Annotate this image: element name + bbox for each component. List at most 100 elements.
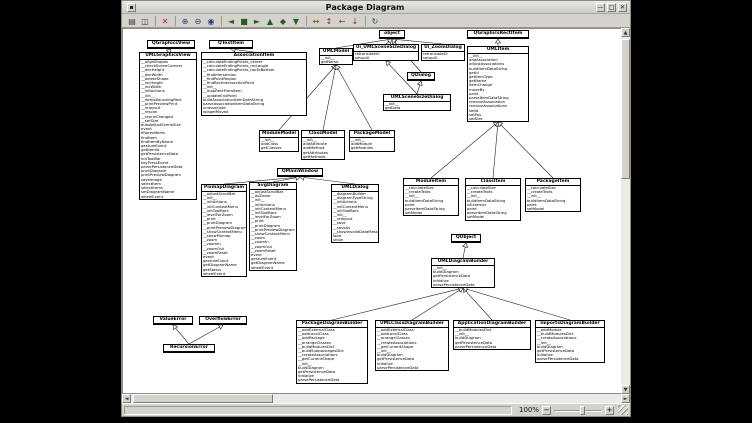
method-label: setModel [466,215,520,219]
inheritance-edge-line [431,125,495,178]
class-box-UMLItem[interactable]: UMLItem__init__addAssociationadjustAssoc… [467,46,529,122]
print-preview-icon[interactable]: ◫ [139,15,151,27]
inheritance-arrowhead [336,65,340,70]
zoom-slider-track[interactable] [554,410,602,412]
method-label: parsePersistenceData [376,366,448,370]
close-icon[interactable]: ✕ [159,15,171,27]
vertical-scroll-track[interactable] [621,37,630,385]
horizontal-scrollbar[interactable]: ◄ ► [122,394,630,403]
class-box-PixmapDiagram[interactable]: PixmapDiagram__adjustScrollBar__init____… [201,184,247,277]
class-method-list: __addExternalClass__addLocalClass__addPa… [297,328,367,383]
method-label: widgetMoved [202,110,306,114]
class-box-QGraphicsRectItem[interactable]: QGraphicsRectItem [467,30,529,39]
zoom-in-icon[interactable]: ⊕ [179,15,191,27]
close-button[interactable]: ✕ [618,3,627,12]
class-box-UMLDiagramBuilder[interactable]: UMLDiagramBuilder__init__buildDiagramget… [431,258,495,288]
increase-width-icon[interactable]: ↔ [310,15,322,27]
title-bar[interactable]: ▪ Package Diagram — □ ✕ [122,1,630,14]
class-name-label: QDialog [408,73,434,80]
class-box-ClassItem[interactable]: ClassItem__calculateSize__createTexts__i… [465,178,521,221]
method-label: setupUi [354,56,418,60]
class-box-PackageModel[interactable]: PackageModel__init__addModulegetModules [349,130,395,152]
scroll-left-button[interactable]: ◄ [122,394,131,403]
method-label: parsePersistenceData [297,378,367,382]
class-name-label: ImportsDiagramBuilder [536,321,604,328]
class-name-label: QObject [452,235,480,242]
align-vcenter-icon[interactable]: ◆ [277,15,289,27]
align-hcenter-icon[interactable]: ■ [238,15,250,27]
class-box-ImportsDiagramBuilder[interactable]: ImportsDiagramBuilder__addModule__buildM… [535,320,605,363]
align-right-icon[interactable]: ► [251,15,263,27]
minimize-button[interactable]: — [596,3,605,12]
class-box-ApplicationDiagramBuilder[interactable]: ApplicationDiagramBuilder__buildModulesD… [453,320,531,350]
class-box-ModuleModel[interactable]: ModuleModel__init__addClassgetClasses [259,130,299,152]
scroll-up-button[interactable]: ▲ [621,28,630,37]
inheritance-arrowhead [463,243,468,247]
zoom-out-button[interactable]: − [542,406,551,415]
class-box-OverflowError[interactable]: OverflowError [199,316,247,325]
scroll-right-button[interactable]: ► [621,394,630,403]
zoom-out-icon[interactable]: ⊖ [192,15,204,27]
class-box-AssociationItem[interactable]: AssociationItem__calculateEndingPoints_c… [201,52,307,116]
vertical-scrollbar[interactable]: ▲ ▼ [621,28,630,394]
horizontal-scroll-thumb[interactable] [133,394,273,403]
class-box-UMLSceneSizeDialog[interactable]: UMLSceneSizeDialog__init__getData [383,94,451,111]
maximize-button[interactable]: □ [607,3,616,12]
toolbar: ▤◫ ✕ ⊕⊖◉ ◄■►▲◆▼ ↔↕←↓ ↻ [122,14,630,28]
vertical-scroll-thumb[interactable] [621,39,630,179]
class-box-PackageDiagramBuilder[interactable]: PackageDiagramBuilder__addExternalClass_… [296,320,368,384]
decrease-height-icon[interactable]: ↓ [349,15,361,27]
class-box-object[interactable]: object [379,30,405,39]
diagram-canvas[interactable]: QGraphicsView QTextItem object QGraphicsRec… [122,28,621,394]
class-box-UMLGraphicsView[interactable]: UMLGraphicsView__alignShapes__checkScene… [139,52,197,200]
method-label: show [332,238,378,242]
class-method-list: __init__buildDiagramgetPersistenceDatain… [432,266,494,287]
method-label: parsePersistenceData [454,345,530,349]
zoom-in-button[interactable]: + [605,406,614,415]
decrease-width-icon[interactable]: ← [336,15,348,27]
method-label: wheelEvent [140,195,196,199]
toolbar-separator [155,16,156,26]
method-label: setSize [468,117,528,121]
print-icon[interactable]: ▤ [126,15,138,27]
class-box-ModuleItem[interactable]: ModuleItem__calculateSize__createTexts__… [403,178,459,216]
class-box-ValueError[interactable]: ValueError [153,316,193,325]
class-box-Ui_UMLSceneSizeDialog[interactable]: Ui_UMLSceneSizeDialogretranslateUisetupU… [353,44,419,61]
align-left-icon[interactable]: ◄ [225,15,237,27]
class-box-RecursionError[interactable]: RecursionError [163,344,215,353]
class-box-SvgDiagram[interactable]: SvgDiagram__adjustScrollBar__doZoom__ini… [249,182,297,271]
align-top-icon[interactable]: ▲ [264,15,276,27]
zoom-slider-handle[interactable] [580,406,585,415]
zoom-percent-label: 100% [519,406,539,414]
class-box-UMLDialog[interactable]: UMLDialog__diagramBuilder__diagramTypeSt… [331,184,379,243]
class-box-QTextItem[interactable]: QTextItem [209,40,253,49]
method-label: setModel [404,211,458,215]
class-method-list: __addModule__buildModulesDict__createAss… [536,328,604,362]
class-name-label: ModuleItem [404,179,458,186]
class-box-QDialog[interactable]: QDialog [407,72,435,81]
class-box-ClassModel[interactable]: ClassModel__init__addAttributeaddMethodg… [301,130,345,160]
class-box-QObject[interactable]: QObject [451,234,481,243]
scroll-down-button[interactable]: ▼ [621,385,630,394]
increase-height-icon[interactable]: ↕ [323,15,335,27]
class-box-UMLClassDiagramBuilder[interactable]: UMLClassDiagramBuilder__addExternalClass… [375,320,449,371]
class-box-QMainWindow[interactable]: QMainWindow [277,168,323,177]
class-box-QGraphicsView[interactable]: QGraphicsView [147,40,195,49]
class-name-label: Ui_ZoomDialog [422,45,464,52]
toolbar-separator [365,16,366,26]
relayout-icon[interactable]: ↻ [369,15,381,27]
class-box-UMLModel[interactable]: UMLModel__init__getName [319,48,353,65]
inheritance-edge-line [176,328,189,344]
align-bottom-icon[interactable]: ▼ [290,15,302,27]
class-box-Ui_ZoomDialog[interactable]: Ui_ZoomDialogretranslateUisetupUi [421,44,465,61]
class-method-list: __alignShapes__checkSceneCorners__decHei… [140,60,196,199]
class-name-label: PixmapDiagram [202,185,246,192]
class-method-list: __adjustScrollBar__init____initActions__… [202,192,246,276]
zoom-reset-icon[interactable]: ◉ [205,15,217,27]
window-menu-button[interactable]: ▪ [127,3,136,12]
zoom-slider[interactable] [554,406,602,415]
inheritance-edge-line [412,290,460,320]
window-resize-grip[interactable] [618,405,628,415]
class-box-PackageItem[interactable]: PackageItem__calculateSize__createTexts_… [525,178,581,212]
horizontal-scroll-track[interactable] [131,394,621,403]
